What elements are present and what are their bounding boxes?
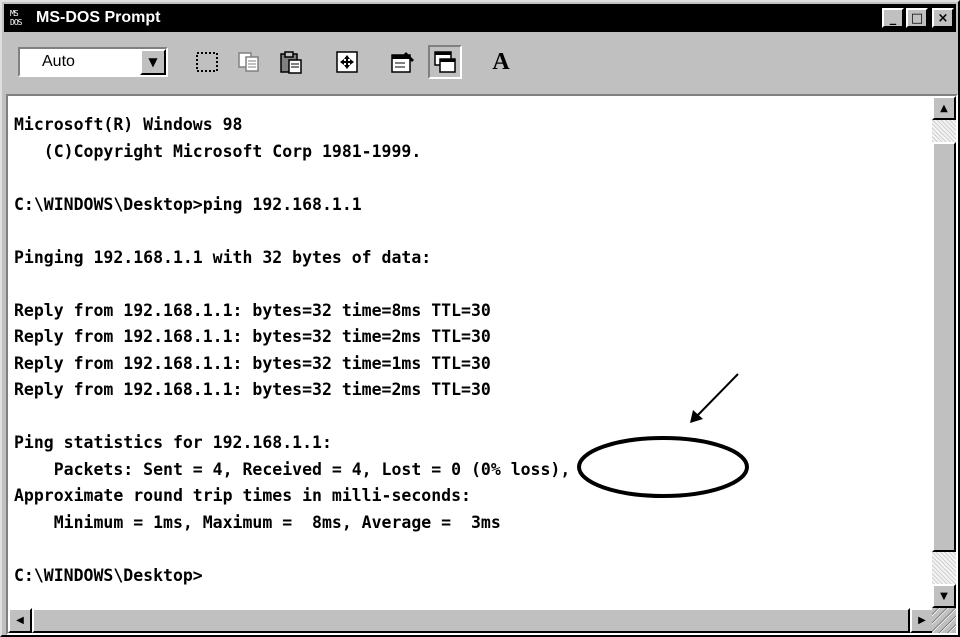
background-button[interactable]: [428, 45, 462, 79]
caption-buttons: _ □ ×: [882, 8, 954, 28]
maximize-button[interactable]: □: [906, 8, 928, 28]
horizontal-scroll-thumb[interactable]: [32, 608, 910, 633]
scroll-up-button[interactable]: ▲: [932, 96, 956, 120]
resize-grip-icon[interactable]: [932, 608, 956, 633]
full-screen-icon: [336, 51, 358, 73]
title-bar[interactable]: MS DOS MS-DOS Prompt _ □ ×: [4, 4, 956, 32]
scroll-down-button[interactable]: ▼: [932, 584, 956, 608]
console-line: Reply from 192.168.1.1: bytes=32 time=8m…: [14, 300, 491, 320]
horizontal-scrollbar[interactable]: ◀ ▶: [8, 608, 934, 633]
ms-dos-icon-text-top: MS: [10, 9, 19, 18]
ms-dos-icon[interactable]: MS DOS: [10, 7, 32, 29]
console-line: Approximate round trip times in milli-se…: [14, 486, 471, 505]
font-size-select[interactable]: Auto ▼: [18, 47, 168, 77]
background-icon: [434, 51, 456, 73]
console-line: C:\WINDOWS\Desktop>: [14, 565, 203, 585]
properties-icon: [391, 52, 414, 73]
mark-icon: [196, 52, 218, 72]
font-icon: A: [492, 48, 510, 75]
paste-button[interactable]: [274, 45, 308, 79]
vertical-scrollbar[interactable]: ▲ ▼: [932, 96, 956, 608]
dropdown-arrow-icon[interactable]: ▼: [140, 49, 166, 75]
console-line: Reply from 192.168.1.1: bytes=32 time=1m…: [14, 353, 491, 373]
console-line: Pinging 192.168.1.1 with 32 bytes of dat…: [14, 247, 432, 267]
properties-button[interactable]: [386, 45, 420, 79]
copy-icon: [238, 52, 259, 72]
toolbar: Auto ▼ A: [6, 36, 954, 88]
scroll-left-button[interactable]: ◀: [8, 608, 32, 633]
console-line: Packets: Sent = 4, Received = 4, Lost = …: [14, 459, 571, 479]
scroll-right-button[interactable]: ▶: [910, 608, 934, 633]
window-title: MS-DOS Prompt: [36, 9, 161, 26]
ms-dos-window: MS DOS MS-DOS Prompt _ □ × Auto ▼ A Micr…: [0, 0, 960, 637]
console-line: Ping statistics for 192.168.1.1:: [14, 433, 332, 452]
font-button[interactable]: A: [484, 45, 518, 79]
close-button[interactable]: ×: [932, 8, 954, 28]
console-frame: Microsoft(R) Windows 98 (C)Copyright Mic…: [6, 94, 958, 635]
console-line: C:\WINDOWS\Desktop>ping 192.168.1.1: [14, 194, 362, 214]
console-line: (C)Copyright Microsoft Corp 1981-1999.: [14, 141, 422, 161]
console-output[interactable]: Microsoft(R) Windows 98 (C)Copyright Mic…: [8, 96, 934, 608]
vertical-scroll-thumb[interactable]: [932, 142, 956, 552]
console-line: Reply from 192.168.1.1: bytes=32 time=2m…: [14, 327, 491, 346]
copy-button[interactable]: [232, 45, 266, 79]
paste-icon: [280, 51, 302, 74]
ms-dos-icon-text-bottom: DOS: [10, 18, 22, 27]
console-line: Reply from 192.168.1.1: bytes=32 time=2m…: [14, 380, 491, 399]
mark-button[interactable]: [190, 45, 224, 79]
font-size-value: Auto: [42, 53, 75, 70]
full-screen-button[interactable]: [330, 45, 364, 79]
minimize-button[interactable]: _: [882, 8, 904, 28]
console-line: Microsoft(R) Windows 98: [14, 115, 243, 134]
console-line: Minimum = 1ms, Maximum = 8ms, Average = …: [14, 512, 501, 532]
